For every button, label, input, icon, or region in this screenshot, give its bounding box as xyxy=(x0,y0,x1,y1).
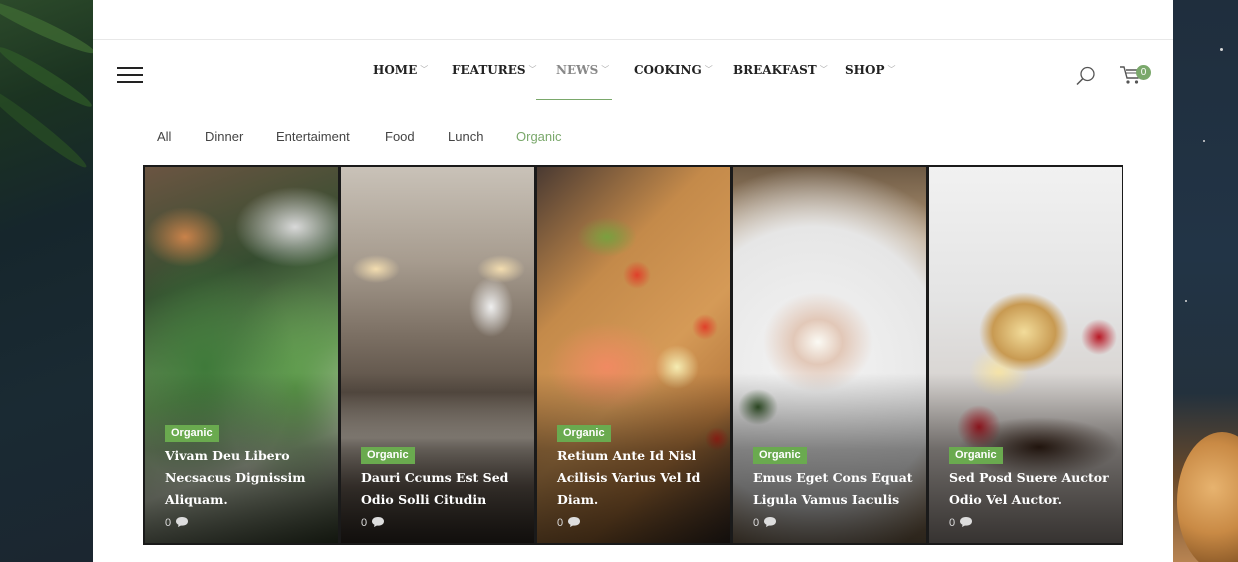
filter-lunch[interactable]: Lunch xyxy=(448,129,483,144)
chevron-down-icon: ﹀ xyxy=(887,65,896,74)
post-tag[interactable]: Organic xyxy=(165,425,219,442)
nav-item-features[interactable]: FEATURES ﹀ xyxy=(452,63,537,77)
post-comments[interactable]: 0 xyxy=(557,516,581,531)
post-comments[interactable]: 0 xyxy=(361,516,385,531)
filter-entertaiment[interactable]: Entertaiment xyxy=(276,129,350,144)
post-tag[interactable]: Organic xyxy=(557,425,611,442)
post-card[interactable]: Organic Dauri Ccums Est Sed Odio Solli C… xyxy=(341,167,534,543)
chevron-down-icon: ﹀ xyxy=(704,65,713,74)
filter-food[interactable]: Food xyxy=(385,129,415,144)
post-title[interactable]: Vivam Deu Libero Necsacus Dignissim Aliq… xyxy=(165,445,325,511)
comment-icon xyxy=(959,516,973,531)
posts-grid: Organic Vivam Deu Libero Necsacus Dignis… xyxy=(143,165,1123,545)
background-left xyxy=(0,0,93,562)
comment-icon xyxy=(763,516,777,531)
main-panel: HOME ﹀ FEATURES ﹀ NEWS ﹀ COOKING ﹀ BREAKFAST… xyxy=(93,0,1173,562)
chevron-down-icon: ﹀ xyxy=(420,65,429,74)
post-title[interactable]: Sed Posd Suere Auctor Odio Vel Auctor. xyxy=(949,467,1109,511)
nav-item-breakfast[interactable]: BREAKFAST ﹀ xyxy=(733,63,828,77)
post-comments[interactable]: 0 xyxy=(165,516,189,531)
nav-item-shop[interactable]: SHOP ﹀ xyxy=(845,63,895,77)
nav-item-news[interactable]: NEWS ﹀ xyxy=(556,63,609,77)
comment-icon xyxy=(175,516,189,531)
post-card[interactable]: Organic Emus Eget Cons Equat Ligula Vamu… xyxy=(733,167,926,543)
comment-icon xyxy=(567,516,581,531)
post-comments[interactable]: 0 xyxy=(753,516,777,531)
comment-icon xyxy=(371,516,385,531)
chevron-down-icon: ﹀ xyxy=(601,65,610,74)
post-title[interactable]: Retium Ante Id Nisl Acilisis Varius Vel … xyxy=(557,445,717,511)
post-tag[interactable]: Organic xyxy=(949,447,1003,464)
post-comments[interactable]: 0 xyxy=(949,516,973,531)
filter-all[interactable]: All xyxy=(157,129,171,144)
post-tag[interactable]: Organic xyxy=(361,447,415,464)
nav-active-indicator xyxy=(536,99,612,100)
main-nav: HOME ﹀ FEATURES ﹀ NEWS ﹀ COOKING ﹀ BREAKFAST… xyxy=(93,63,1173,83)
post-card[interactable]: Organic Retium Ante Id Nisl Acilisis Var… xyxy=(537,167,730,543)
search-icon[interactable] xyxy=(1075,65,1097,87)
filter-organic[interactable]: Organic xyxy=(516,129,562,144)
post-tag[interactable]: Organic xyxy=(753,447,807,464)
cart-count-badge: 0 xyxy=(1136,65,1151,80)
chevron-down-icon: ﹀ xyxy=(528,65,537,74)
post-card[interactable]: Organic Vivam Deu Libero Necsacus Dignis… xyxy=(145,167,338,543)
chevron-down-icon: ﹀ xyxy=(819,65,828,74)
post-card[interactable]: Organic Sed Posd Suere Auctor Odio Vel A… xyxy=(929,167,1122,543)
nav-item-cooking[interactable]: COOKING ﹀ xyxy=(634,63,713,77)
post-title[interactable]: Dauri Ccums Est Sed Odio Solli Citudin xyxy=(361,467,521,511)
header-divider xyxy=(93,39,1173,40)
post-title[interactable]: Emus Eget Cons Equat Ligula Vamus Iaculi… xyxy=(753,467,913,511)
background-right xyxy=(1173,0,1238,562)
filter-dinner[interactable]: Dinner xyxy=(205,129,243,144)
nav-item-home[interactable]: HOME ﹀ xyxy=(373,63,428,77)
